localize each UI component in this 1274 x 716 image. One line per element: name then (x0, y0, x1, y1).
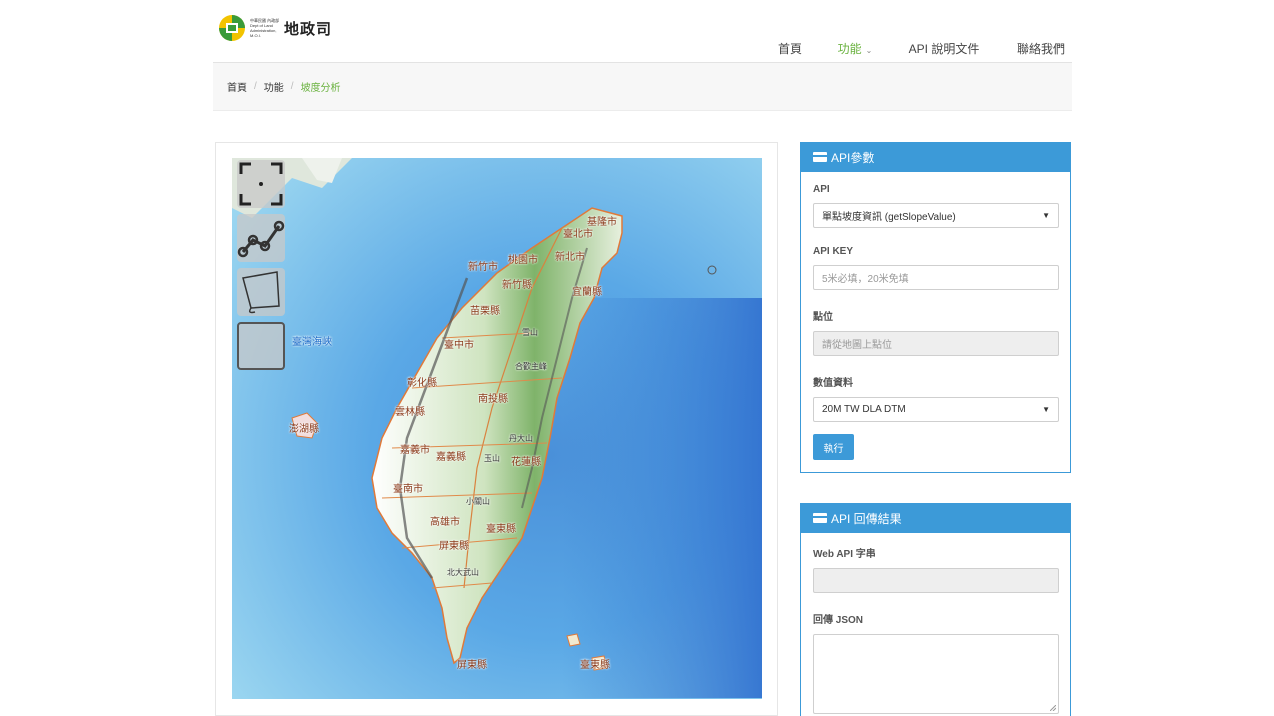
api-key-placeholder: 5米必填，20米免填 (822, 274, 909, 285)
polyline-icon (237, 220, 285, 258)
main-nav: 首頁 功能 ⌄ API 說明文件 聯絡我們 (760, 36, 1076, 64)
map-label-taitung: 臺東縣 (486, 524, 516, 535)
map-label-hualien: 花蓮縣 (511, 457, 541, 468)
api-params-panel: API參數 API 單點坡度資訊 (getSlopeValue) ▼ API K… (800, 142, 1071, 473)
map-label-hsinchu: 新竹縣 (502, 280, 532, 291)
data-source-label: 數值資料 (813, 378, 853, 389)
api-select-value: 單點坡度資訊 (getSlopeValue) (822, 212, 956, 223)
map-label-beidawu: 北大武山 (447, 568, 479, 577)
site-logo[interactable]: 中華民國 內政部 Dept of Land Administration, M.… (218, 14, 332, 42)
logo-subtitle: 中華民國 內政部 Dept of Land Administration, M.… (250, 18, 280, 38)
api-result-title: API 回傳結果 (831, 512, 902, 526)
map-label-yuedashan: 丹大山 (509, 434, 533, 443)
rectangle-icon (239, 324, 283, 368)
map-label-hsinchu-city: 新竹市 (468, 262, 498, 273)
map-label-yushan: 玉山 (484, 454, 500, 463)
map-label-taipei: 臺北市 (563, 229, 593, 240)
data-source-select[interactable]: 20M TW DLA DTM ▼ (813, 397, 1059, 422)
map-toolbar (237, 160, 285, 372)
chevron-down-icon: ⌄ (865, 46, 873, 55)
green-island (566, 633, 581, 647)
map-label-newtaipei: 新北市 (555, 252, 585, 263)
map-label-xueshan: 雪山 (522, 328, 538, 337)
breadcrumb-home[interactable]: 首頁 (227, 79, 247, 94)
nav-api-docs[interactable]: API 說明文件 (894, 36, 994, 64)
logo-title: 地政司 (284, 19, 333, 38)
line-tool-button[interactable] (237, 214, 285, 262)
dropdown-arrow-icon: ▼ (1042, 405, 1050, 414)
map-label-yunlin: 雲林縣 (395, 407, 425, 418)
map-label-penghu: 澎湖縣 (289, 424, 319, 435)
api-key-label: API KEY (813, 246, 854, 257)
map-label-taitung-islands: 臺東縣 (580, 660, 610, 671)
api-params-header: API參數 (801, 143, 1070, 172)
logo-emblem-icon (218, 14, 246, 42)
map-label-chiayi: 嘉義縣 (436, 452, 466, 463)
breadcrumb-current: 坡度分析 (300, 83, 341, 94)
dropdown-arrow-icon: ▼ (1042, 211, 1050, 220)
crosshair-icon (239, 162, 283, 206)
point-tool-button[interactable] (237, 160, 285, 208)
map-label-miaoli: 苗栗縣 (470, 306, 500, 317)
api-result-header: API 回傳結果 (801, 504, 1070, 533)
breadcrumb: 首頁 / 功能 / 坡度分析 (213, 63, 1072, 111)
map-label-taichung: 臺中市 (444, 340, 474, 351)
data-source-value: 20M TW DLA DTM (822, 404, 906, 415)
web-api-url-field (813, 568, 1059, 593)
web-api-url-label: Web API 字串 (813, 549, 876, 560)
api-label: API (813, 184, 830, 195)
breadcrumb-features[interactable]: 功能 (264, 79, 284, 94)
point-input: 請從地圖上點位 (813, 331, 1059, 356)
api-select[interactable]: 單點坡度資訊 (getSlopeValue) ▼ (813, 203, 1059, 228)
map-label-yilan: 宜蘭縣 (572, 287, 602, 298)
map-label-pingtung: 屏東縣 (439, 541, 469, 552)
api-result-panel: API 回傳結果 Web API 字串 回傳 JSON (800, 503, 1071, 716)
point-placeholder: 請從地圖上點位 (822, 340, 892, 351)
breadcrumb-separator: / (254, 81, 257, 92)
breadcrumb-separator: / (290, 81, 294, 92)
map-label-strait: 臺灣海峽 (292, 337, 332, 348)
run-button[interactable]: 執行 (813, 434, 854, 460)
card-icon (813, 512, 827, 526)
nav-features[interactable]: 功能 ⌄ (824, 36, 886, 64)
nav-home[interactable]: 首頁 (760, 36, 820, 64)
deep-sea-shading (562, 298, 762, 698)
map-label-taoyuan: 桃園市 (508, 255, 538, 266)
polygon-tool-button[interactable] (237, 268, 285, 316)
card-icon (813, 151, 827, 165)
map-label-chiayi-city: 嘉義市 (400, 445, 430, 456)
run-button-label: 執行 (823, 443, 844, 455)
map-label-nantou: 南投縣 (478, 394, 508, 405)
map-label-hehuan: 合歡主峰 (515, 362, 547, 371)
polygon-icon (242, 271, 280, 314)
json-result-textarea[interactable] (813, 634, 1059, 714)
api-params-title: API參數 (831, 151, 875, 165)
rectangle-tool-button[interactable] (237, 322, 285, 370)
map-label-xiaoguanshan: 小關山 (466, 497, 490, 506)
map-label-tainan: 臺南市 (393, 484, 423, 495)
map-label-changhua: 彰化縣 (407, 378, 437, 389)
nav-contact[interactable]: 聯絡我們 (1006, 36, 1076, 64)
map-label-kaohsiung: 高雄市 (430, 517, 460, 528)
map-label-pingtung-south: 屏東縣 (457, 660, 487, 671)
point-label: 點位 (813, 312, 833, 323)
page: 中華民國 內政部 Dept of Land Administration, M.… (0, 0, 1274, 716)
api-key-input[interactable]: 5米必填，20米免填 (813, 265, 1059, 290)
resize-handle-icon[interactable] (1050, 705, 1056, 711)
json-label: 回傳 JSON (813, 615, 864, 626)
